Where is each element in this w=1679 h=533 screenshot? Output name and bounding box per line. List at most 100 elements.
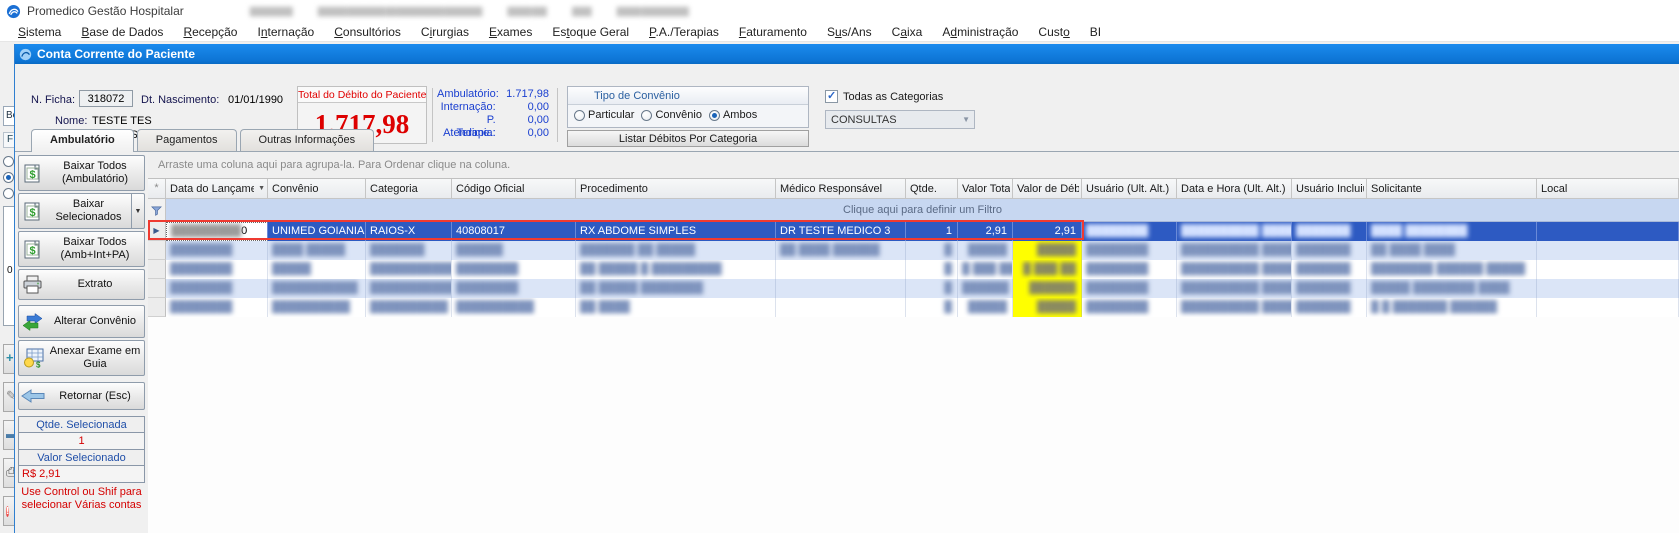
grid-row[interactable]: ██████████████████████████████████ █████… xyxy=(148,260,1679,279)
radio-option-ambos[interactable]: Ambos xyxy=(709,109,757,121)
svg-text:$: $ xyxy=(29,169,35,181)
print-button-partial[interactable]: ⎙ xyxy=(3,458,14,488)
redacted-text: ████████ xyxy=(456,282,518,294)
radio-option-particular[interactable]: Particular xyxy=(574,109,634,121)
edit-button-partial[interactable]: ✎ xyxy=(3,382,14,412)
categoria-dropdown-value: CONSULTAS xyxy=(831,114,897,126)
grid-cell: ██████████ xyxy=(366,298,452,317)
menu-item-bi[interactable]: BI xyxy=(1080,23,1111,41)
grid-cell xyxy=(1537,222,1679,241)
grid-cell: █ xyxy=(906,279,958,298)
column-header-valor-total[interactable]: Valor Total xyxy=(958,179,1013,199)
column-header-data-e-hora-ult-alt[interactable]: Data e Hora (Ult. Alt.) xyxy=(1177,179,1292,199)
alert-button-partial[interactable]: ! xyxy=(3,496,14,526)
attach-exam-icon: $ xyxy=(19,348,46,368)
redacted-text: ██████████ xyxy=(272,301,350,313)
grid-cell: 40808017 xyxy=(452,222,576,241)
debits-grid: Arraste uma coluna aqui para agrupa-la. … xyxy=(148,152,1679,533)
sidebar-button-baixar-selecionados[interactable]: $Baixar Selecionados▼ xyxy=(18,193,145,229)
menu-item-custo[interactable]: Custo xyxy=(1028,23,1079,41)
redacted-text: ████████ xyxy=(170,244,232,256)
grid-filter-row[interactable]: Clique aqui para definir um Filtro xyxy=(148,199,1679,222)
dropdown-arrow-icon[interactable]: ▼ xyxy=(131,194,144,228)
column-header-label: Data do Lançamento xyxy=(170,183,254,195)
menu-item-sistema[interactable]: Sistema xyxy=(8,23,71,41)
grid-cell: ████████ xyxy=(166,298,268,317)
grid-row-selected[interactable]: ▶█████████0UNIMED GOIANIARAIOS-X40808017… xyxy=(148,222,1679,241)
chevron-down-icon: ▼ xyxy=(962,115,974,124)
menu-item-estoque-geral[interactable]: Estoque Geral xyxy=(542,23,639,41)
column-header-conv-nio[interactable]: Convênio xyxy=(268,179,366,199)
redacted-text: ████████ xyxy=(1086,244,1148,256)
column-header-m-dico-respons-vel[interactable]: Médico Responsável xyxy=(776,179,906,199)
background-radio[interactable] xyxy=(3,188,14,199)
remove-button-partial[interactable]: ▬ xyxy=(3,420,14,450)
grid-cell: ██████ xyxy=(452,241,576,260)
filter-icon[interactable] xyxy=(148,199,166,222)
redacted-text: █████ ██████████ xyxy=(617,7,688,16)
column-header-procedimento[interactable]: Procedimento xyxy=(576,179,776,199)
grid-row[interactable]: ████████████ █████████████████████████ █… xyxy=(148,241,1679,260)
sidebar-button-baixar-todos-ambulat-rio[interactable]: $Baixar Todos (Ambulatório) xyxy=(18,155,145,191)
menu-item-base-de-dados[interactable]: Base de Dados xyxy=(71,23,173,41)
menu-item-interna-o[interactable]: Internação xyxy=(247,23,324,41)
menu-item-recep-o[interactable]: Recepção xyxy=(173,23,247,41)
background-radio-selected[interactable] xyxy=(3,172,14,183)
grid-cell: ███████████ xyxy=(366,260,452,279)
column-header-usu-rio-ult-alt[interactable]: Usuário (Ult. Alt.) xyxy=(1082,179,1177,199)
column-header-c-digo-oficial[interactable]: Código Oficial xyxy=(452,179,576,199)
menu-item-caixa[interactable]: Caixa xyxy=(882,23,933,41)
redacted-text: ██████████ xyxy=(370,301,448,313)
add-button-partial[interactable]: + xyxy=(3,344,14,374)
tab-strip: AmbulatórioPagamentosOutras Informações xyxy=(15,129,1679,152)
tab-ambulat-rio[interactable]: Ambulatório xyxy=(31,129,134,152)
categoria-dropdown[interactable]: CONSULTAS ▼ xyxy=(825,110,975,129)
grid-row[interactable]: ███████████████████████████████ ████████… xyxy=(148,279,1679,298)
sidebar-button-anexar-exame-em-guia[interactable]: $Anexar Exame em Guia xyxy=(18,340,145,376)
window-titlebar[interactable]: Conta Corrente do Paciente xyxy=(15,44,1679,64)
grid-cell xyxy=(1537,241,1679,260)
debit-total-title: Total do Débito do Paciente xyxy=(298,87,426,103)
column-header-label: Usuário Incluiu xyxy=(1296,183,1364,195)
background-radio[interactable] xyxy=(3,156,14,167)
grid-cell: ████████ xyxy=(1082,241,1177,260)
todas-categorias-checkbox[interactable]: Todas as Categorias xyxy=(825,90,943,103)
window-content: $Baixar Todos (Ambulatório)$Baixar Selec… xyxy=(15,152,1679,533)
background-tab[interactable]: Be xyxy=(3,106,14,126)
menu-item-faturamento[interactable]: Faturamento xyxy=(729,23,817,41)
grid-row[interactable]: ████████████████████████████████████████… xyxy=(148,298,1679,317)
menu-item-administra-o[interactable]: Administração xyxy=(932,23,1028,41)
sidebar-button-baixar-todos-amb-int-pa[interactable]: $Baixar Todos (Amb+Int+PA) xyxy=(18,231,145,267)
column-header-qtde[interactable]: Qtde. xyxy=(906,179,958,199)
grid-cell: ██ █████ █ █████████ xyxy=(576,260,776,279)
grid-cell: RAIOS-X xyxy=(366,222,452,241)
menu-item-sus-ans[interactable]: Sus/Ans xyxy=(817,23,882,41)
menu-item-p-a-terapias[interactable]: P.A./Terapias xyxy=(639,23,729,41)
tab-pagamentos[interactable]: Pagamentos xyxy=(137,129,237,151)
background-listbox[interactable]: 0 xyxy=(3,206,14,326)
column-header-usu-rio-incluiu[interactable]: Usuário Incluiu xyxy=(1292,179,1367,199)
grid-cell xyxy=(1537,279,1679,298)
column-header-solicitante[interactable]: Solicitante xyxy=(1367,179,1537,199)
cell-text: RAIOS-X xyxy=(370,225,415,237)
column-header-valor-de-d-bito[interactable]: Valor de Débito xyxy=(1013,179,1082,199)
column-header-local[interactable]: Local xyxy=(1537,179,1679,199)
qtde-selecionada-panel: Qtde. Selecionada 1 xyxy=(18,416,145,450)
tab-outras-informa-es[interactable]: Outras Informações xyxy=(240,129,375,151)
sidebar-button-extrato[interactable]: Extrato xyxy=(18,269,145,300)
menu-item-exames[interactable]: Exames xyxy=(479,23,542,41)
tipo-convenio-group: Tipo de Convênio ParticularConvênioAmbos xyxy=(567,86,809,128)
menu-item-consult-rios[interactable]: Consultórios xyxy=(324,23,411,41)
radio-option-conv-nio[interactable]: Convênio xyxy=(641,109,701,121)
sidebar-button-retornar-esc[interactable]: Retornar (Esc) xyxy=(18,382,145,410)
app-title: Promedico Gestão Hospitalar xyxy=(27,4,184,18)
filter-hint[interactable]: Clique aqui para definir um Filtro xyxy=(166,199,1679,222)
column-header-data-do-lan-amento[interactable]: Data do Lançamento▼ xyxy=(166,179,268,199)
group-by-band[interactable]: Arraste uma coluna aqui para agrupa-la. … xyxy=(148,152,1679,178)
column-chooser-icon[interactable]: * xyxy=(148,179,166,199)
grid-cell: ██ █████ ████████ xyxy=(576,279,776,298)
column-header-categoria[interactable]: Categoria xyxy=(366,179,452,199)
column-header-label: Categoria xyxy=(370,183,418,195)
sidebar-button-alterar-conv-nio[interactable]: Alterar Convênio xyxy=(18,305,145,338)
menu-item-cirurgias[interactable]: Cirurgias xyxy=(411,23,479,41)
